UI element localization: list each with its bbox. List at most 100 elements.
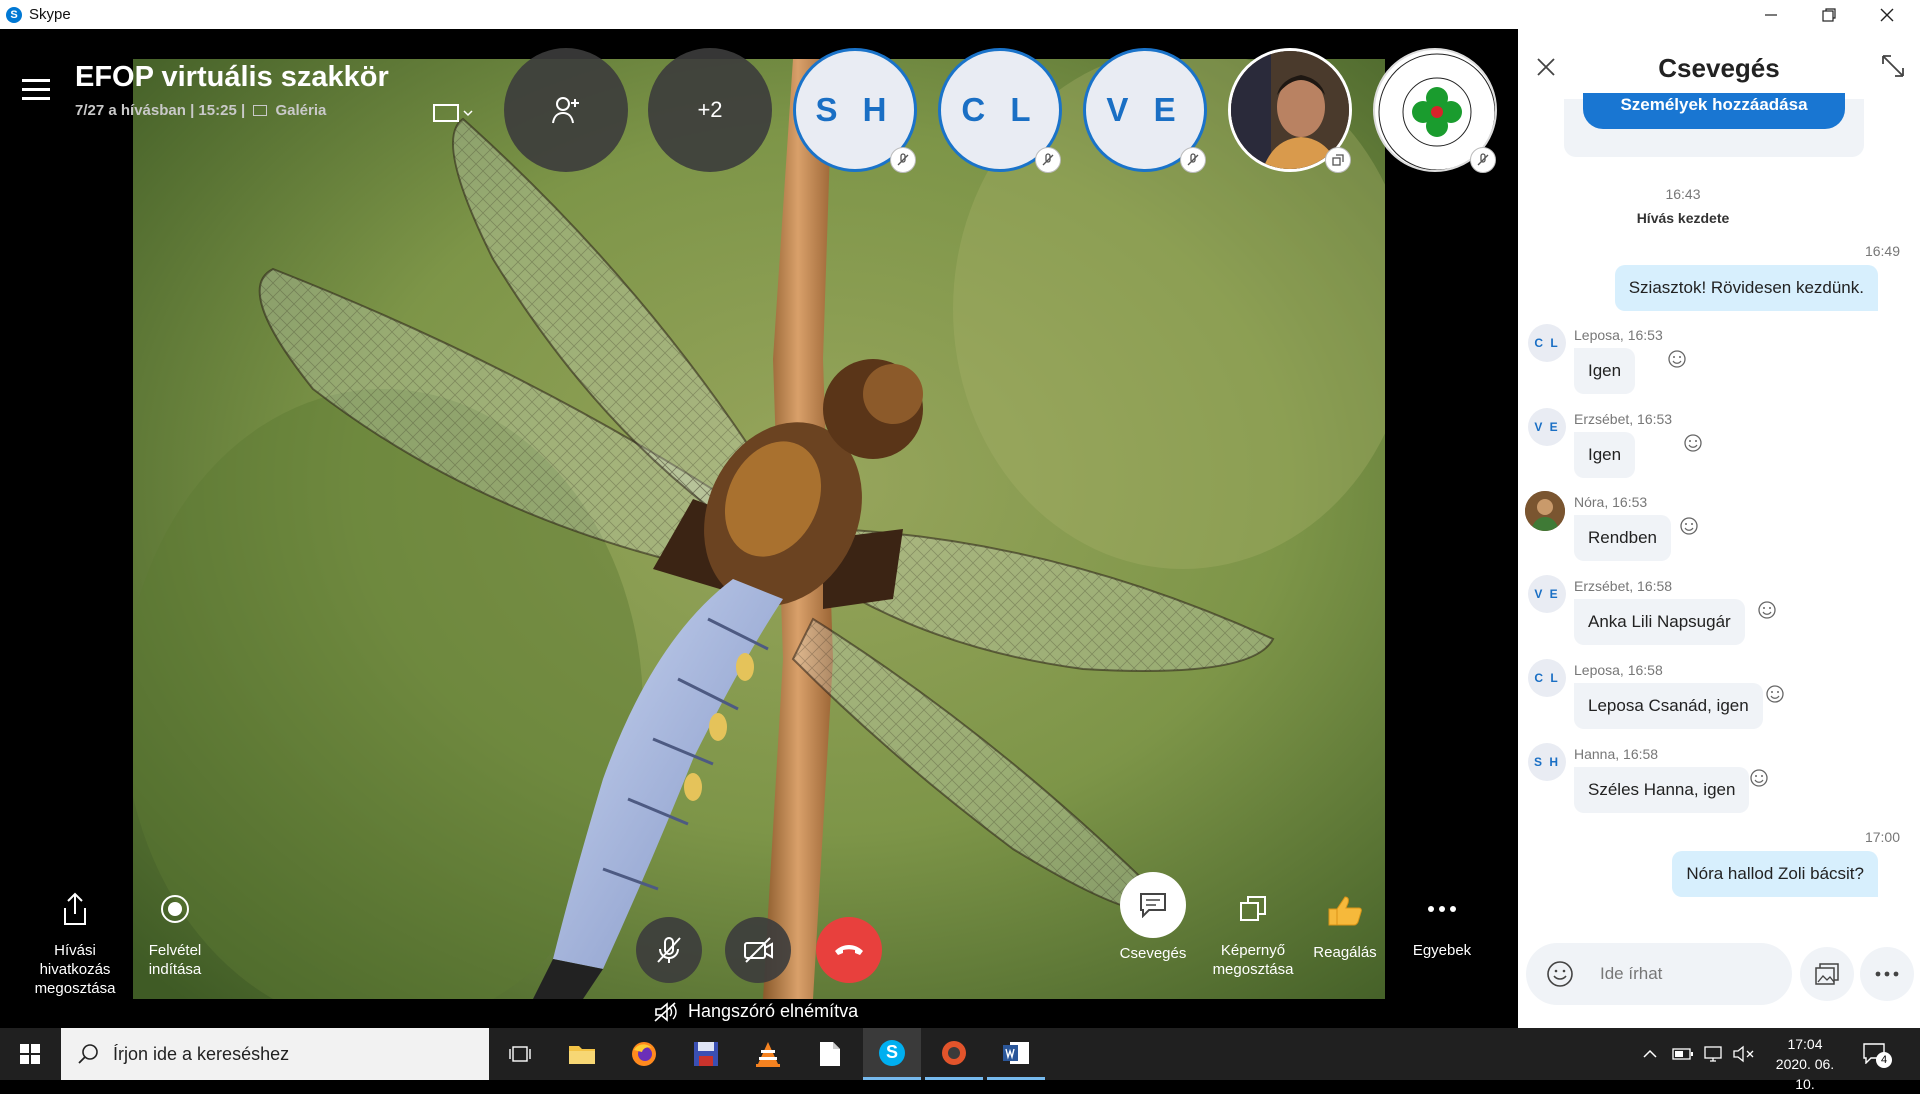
message-sender: Erzsébet, 16:53 [1574, 411, 1673, 427]
call-start-time: 16:43 [1665, 186, 1701, 202]
incoming-message: Igen [1574, 432, 1636, 478]
message-sender: Nóra, 16:53 [1574, 494, 1648, 510]
skype-logo-icon: S [6, 6, 22, 23]
reaction-icon[interactable] [1758, 601, 1776, 619]
camera-toggle-button[interactable] [725, 917, 791, 983]
chat-more-button[interactable] [1860, 947, 1914, 1001]
file-explorer-icon[interactable] [553, 1028, 611, 1080]
add-person-icon [552, 97, 579, 124]
clock-date: 2020. 06. 10. [1775, 1056, 1835, 1092]
call-meta: 7/27 a hívásban | 15:25 | Galéria [75, 102, 327, 119]
muted-icon [890, 147, 916, 173]
expand-icon [1882, 55, 1904, 77]
message-sender: Leposa, 16:53 [1574, 327, 1663, 343]
word-icon[interactable] [987, 1028, 1045, 1080]
reaction-icon[interactable] [1750, 769, 1768, 787]
minimize-button[interactable] [1742, 0, 1800, 29]
skype-taskbar-icon[interactable]: S [863, 1028, 921, 1080]
more-icon [1875, 971, 1899, 977]
incoming-message: Igen [1574, 348, 1636, 394]
layout-toggle-button[interactable] [430, 99, 474, 127]
call-start-label: Hívás kezdete [1636, 210, 1730, 226]
sender-avatar-cl[interactable]: C L [1528, 659, 1566, 697]
notifications-button[interactable]: 4 [1862, 1042, 1892, 1068]
sender-avatar-sh[interactable]: S H [1528, 743, 1566, 781]
close-window-button[interactable] [1858, 0, 1916, 29]
message-input-box[interactable]: Ide írhat [1526, 943, 1792, 1005]
message-input-placeholder: Ide írhat [1600, 964, 1663, 983]
message-time: 17:00 [1864, 829, 1900, 845]
outgoing-message: Nóra hallod Zoli bácsit? [1672, 851, 1878, 897]
search-icon [78, 1044, 98, 1064]
screen-share-button[interactable]: Képernyő megosztása [1208, 889, 1298, 979]
message-sender: Leposa, 16:58 [1574, 662, 1663, 678]
restore-button[interactable] [1800, 0, 1858, 29]
sender-avatar-cl[interactable]: C L [1528, 324, 1566, 362]
sender-avatar-photo[interactable] [1525, 491, 1565, 531]
chat-icon [1120, 872, 1186, 938]
notification-badge: 4 [1876, 1052, 1892, 1068]
message-time: 16:49 [1864, 243, 1900, 259]
gallery-label[interactable]: Galéria [276, 102, 327, 119]
windows-icon [20, 1044, 40, 1064]
window-title: Skype [29, 6, 71, 23]
taskbar: Írjon ide a kereséshez S 17:04 2020. 06.… [0, 1028, 1920, 1092]
save-disk-icon[interactable] [677, 1028, 735, 1080]
title-bar: S Skype [0, 0, 1920, 29]
task-view-icon[interactable] [491, 1028, 549, 1080]
microphone-toggle-button[interactable] [636, 917, 702, 983]
popout-icon[interactable] [1325, 147, 1351, 173]
start-recording-button[interactable]: Felvétel indítása [134, 889, 216, 979]
screen-share-icon [1208, 889, 1298, 929]
gallery-icon [253, 105, 268, 116]
camera-off-icon [744, 937, 773, 963]
sender-avatar-ve[interactable]: V E [1528, 575, 1566, 613]
add-people-button[interactable]: Személyek hozzáadása [1583, 93, 1845, 129]
message-sender: Hanna, 16:58 [1574, 746, 1659, 762]
app-icon-orange[interactable] [925, 1028, 983, 1080]
thumbs-up-icon [1310, 889, 1380, 931]
hamburger-menu-icon[interactable] [22, 77, 50, 101]
chat-toggle-button[interactable]: Csevegés [1118, 872, 1188, 963]
emoji-icon[interactable] [1546, 960, 1574, 988]
more-participants-button[interactable]: +2 [648, 48, 772, 172]
battery-icon[interactable] [1672, 1048, 1694, 1060]
muted-icon [1180, 147, 1206, 173]
call-title: EFOP virtuális szakkör [75, 61, 389, 93]
reaction-icon[interactable] [1668, 350, 1686, 368]
vlc-icon[interactable] [739, 1028, 797, 1080]
more-icon [1400, 889, 1484, 929]
hang-up-button[interactable] [816, 917, 882, 983]
reaction-icon[interactable] [1684, 434, 1702, 452]
incoming-message: Rendben [1574, 515, 1672, 561]
chat-title: Csevegés [1658, 53, 1780, 83]
react-button[interactable]: Reagálás [1310, 889, 1380, 962]
incoming-message: Anka Lili Napsugár [1574, 599, 1745, 645]
expand-chat-button[interactable] [1880, 53, 1906, 79]
sender-avatar-ve[interactable]: V E [1528, 408, 1566, 446]
speaker-status: Hangszóró elnémítva [654, 1001, 858, 1022]
muted-icon [1470, 147, 1496, 173]
network-icon[interactable] [1704, 1045, 1724, 1063]
reaction-icon[interactable] [1766, 685, 1784, 703]
record-icon [134, 889, 216, 929]
speaker-muted-icon [654, 1001, 677, 1022]
share-call-link-button[interactable]: Hívási hivatkozás megosztása [30, 889, 120, 998]
incoming-message: Széles Hanna, igen [1574, 767, 1750, 813]
start-button[interactable] [1, 1028, 59, 1080]
message-sender: Erzsébet, 16:58 [1574, 578, 1673, 594]
more-options-button[interactable]: Egyebek [1400, 889, 1484, 960]
call-area: EFOP virtuális szakkör 7/27 a hívásban |… [0, 29, 1518, 1028]
show-hidden-icons[interactable] [1643, 1049, 1657, 1059]
clock[interactable]: 17:04 2020. 06. 10. [1768, 1034, 1842, 1094]
add-participant-button[interactable] [504, 48, 628, 172]
shared-video-feed [133, 59, 1385, 999]
volume-muted-icon[interactable] [1733, 1045, 1755, 1063]
document-icon[interactable] [801, 1028, 859, 1080]
firefox-icon[interactable] [615, 1028, 673, 1080]
gallery-attach-icon [1815, 963, 1839, 985]
clock-time: 17:04 [1787, 1036, 1823, 1052]
reaction-icon[interactable] [1680, 517, 1698, 535]
attach-media-button[interactable] [1800, 947, 1854, 1001]
taskbar-search[interactable]: Írjon ide a kereséshez [61, 1028, 489, 1080]
